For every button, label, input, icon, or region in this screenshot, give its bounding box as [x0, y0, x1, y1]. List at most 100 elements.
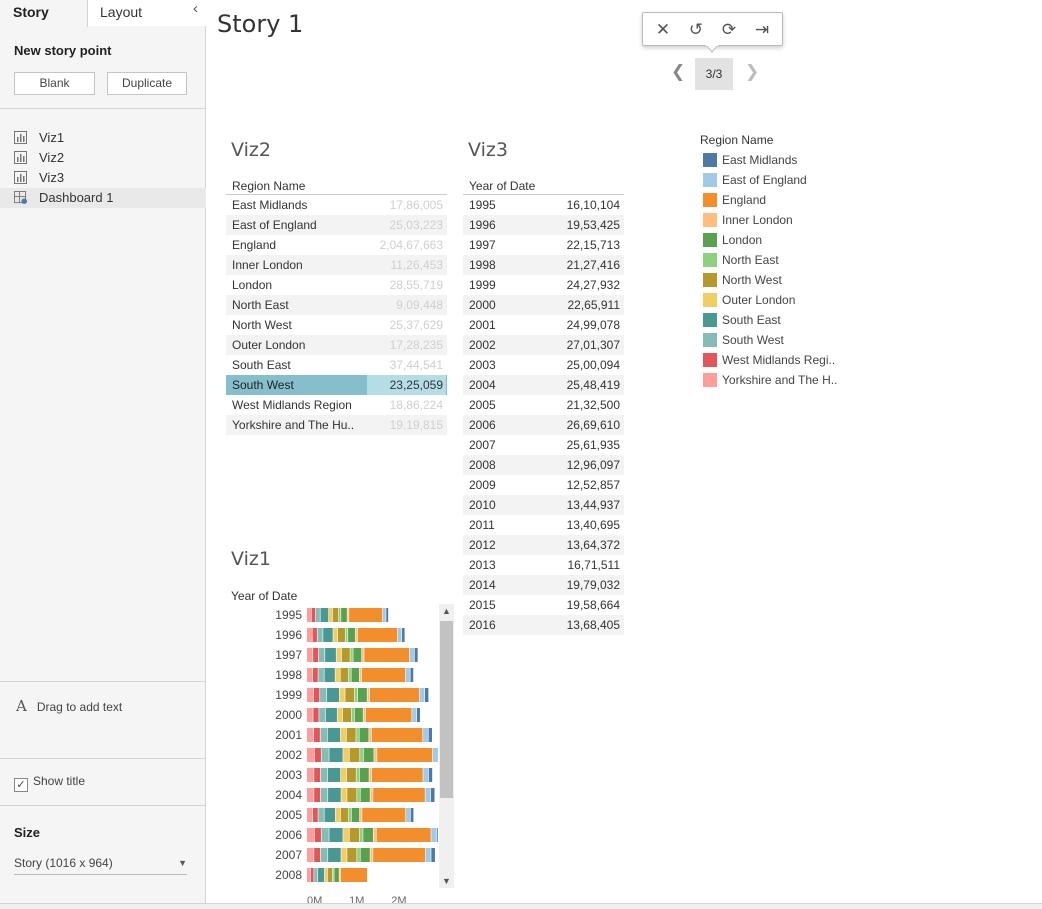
sheet-item-viz2[interactable]: Viz2	[0, 148, 206, 168]
bar-segment[interactable]	[382, 608, 386, 622]
bar-segment[interactable]	[348, 628, 356, 642]
bar-segment[interactable]	[339, 868, 341, 882]
size-dropdown[interactable]: Story (1016 x 964) ▼	[14, 853, 187, 875]
bar-segment[interactable]	[307, 668, 313, 682]
bar-segment[interactable]	[377, 748, 433, 762]
bar-segment[interactable]	[327, 728, 341, 742]
bar-segment[interactable]	[340, 668, 349, 682]
table-row[interactable]: 2008 12,96,097	[463, 455, 624, 475]
bar-segment[interactable]	[359, 668, 362, 682]
bar-segment[interactable]	[307, 728, 314, 742]
bar-segment[interactable]	[359, 808, 362, 822]
table-row[interactable]: East Midlands 17,86,005	[226, 195, 447, 215]
bar-segment[interactable]	[370, 688, 420, 702]
bar-segment[interactable]	[351, 668, 360, 682]
bar-segment[interactable]	[307, 788, 314, 802]
bar-segment[interactable]	[342, 708, 352, 722]
bar-segment[interactable]	[346, 728, 356, 742]
show-title-checkbox[interactable]: ✓	[14, 778, 28, 792]
bar-segment[interactable]	[425, 788, 431, 802]
bar-segment[interactable]	[367, 688, 370, 702]
bar-segment[interactable]	[307, 828, 314, 842]
table-row[interactable]: 1997 22,15,713	[463, 235, 624, 255]
bar-segment[interactable]	[337, 708, 343, 722]
bar-segment[interactable]	[324, 668, 335, 682]
bar-segment[interactable]	[419, 688, 425, 702]
prev-story-point-icon[interactable]: ❮	[671, 62, 685, 82]
bar-segment[interactable]	[328, 848, 341, 862]
legend-item[interactable]: South West	[703, 330, 837, 350]
table-row[interactable]: 2012 13,64,372	[463, 535, 624, 555]
table-row[interactable]: 2005 21,32,500	[463, 395, 624, 415]
bar-segment[interactable]	[347, 608, 349, 622]
bar-segment[interactable]	[353, 648, 362, 662]
bar-segment[interactable]	[430, 788, 435, 802]
bar-segment[interactable]	[345, 688, 355, 702]
table-row[interactable]: 2000 22,65,911	[463, 295, 624, 315]
bar-segment[interactable]	[321, 828, 329, 842]
sheet-item-viz3[interactable]: Viz3	[0, 168, 206, 188]
table-row[interactable]: 2007 25,61,935	[463, 435, 624, 455]
bar-segment[interactable]	[320, 608, 329, 622]
bar-segment[interactable]	[320, 788, 328, 802]
bar-segment[interactable]	[414, 648, 418, 662]
bar-segment[interactable]	[349, 828, 360, 842]
collapse-pane-icon[interactable]: ‹	[193, 0, 198, 17]
bar-segment[interactable]	[315, 608, 320, 622]
bar-segment[interactable]	[371, 728, 423, 742]
bar-segment[interactable]	[360, 848, 370, 862]
bar-segment[interactable]	[307, 868, 311, 882]
bar-segment[interactable]	[351, 808, 360, 822]
bar-segment[interactable]	[340, 728, 347, 742]
bar-segment[interactable]	[416, 708, 420, 722]
bar-segment[interactable]	[386, 608, 389, 622]
bar-segment[interactable]	[307, 628, 312, 642]
table-row[interactable]: 2003 25,00,094	[463, 355, 624, 375]
bar-segment[interactable]	[324, 808, 336, 822]
bar-segment[interactable]	[314, 828, 321, 842]
table-row[interactable]: 2015 19,58,664	[463, 595, 624, 615]
bar-segment[interactable]	[359, 768, 369, 782]
table-row[interactable]: Outer London 17,28,235	[226, 335, 447, 355]
show-title-toggle[interactable]: ✓ Show title	[14, 774, 85, 792]
bar-segment[interactable]	[425, 688, 429, 702]
legend-item[interactable]: East Midlands	[703, 150, 837, 170]
bar-segment[interactable]	[339, 608, 341, 622]
scroll-thumb[interactable]	[440, 621, 453, 798]
bar-segment[interactable]	[373, 848, 426, 862]
bar-segment[interactable]	[313, 728, 320, 742]
bar-segment[interactable]	[340, 868, 368, 882]
bar-segment[interactable]	[327, 768, 341, 782]
bar-segment[interactable]	[312, 668, 318, 682]
bar-segment[interactable]	[332, 608, 339, 622]
bar-segment[interactable]	[314, 848, 321, 862]
table-row[interactable]: 2011 13,40,695	[463, 515, 624, 535]
bar-segment[interactable]	[356, 728, 359, 742]
bar-segment[interactable]	[428, 728, 432, 742]
bar-segment[interactable]	[364, 648, 410, 662]
bar-segment[interactable]	[307, 768, 314, 782]
bar-segment[interactable]	[373, 788, 425, 802]
bar-segment[interactable]	[339, 688, 345, 702]
bar-segment[interactable]	[319, 708, 326, 722]
table-row[interactable]: 1999 24,27,932	[463, 275, 624, 295]
next-story-point-icon[interactable]: ❯	[745, 62, 759, 82]
bar-segment[interactable]	[410, 668, 414, 682]
revert-icon[interactable]: ↺	[684, 18, 708, 42]
bar-segment[interactable]	[333, 628, 338, 642]
table-row[interactable]: East of England 25,03,223	[226, 215, 447, 235]
bar-segment[interactable]	[312, 808, 318, 822]
table-row[interactable]: 1995 16,10,104	[463, 195, 624, 215]
viz1-axis-header[interactable]: Year of Date	[231, 589, 297, 603]
bar-segment[interactable]	[437, 828, 438, 842]
bar-segment[interactable]	[318, 648, 325, 662]
bar-segment[interactable]	[347, 848, 357, 862]
bar-segment[interactable]	[313, 688, 320, 702]
bar-segment[interactable]	[321, 748, 329, 762]
bar-segment[interactable]	[351, 708, 355, 722]
bar-segment[interactable]	[320, 768, 328, 782]
bar-segment[interactable]	[334, 868, 339, 882]
bar-segment[interactable]	[314, 748, 321, 762]
bar-segment[interactable]	[354, 688, 358, 702]
tab-story[interactable]: Story	[0, 0, 88, 27]
